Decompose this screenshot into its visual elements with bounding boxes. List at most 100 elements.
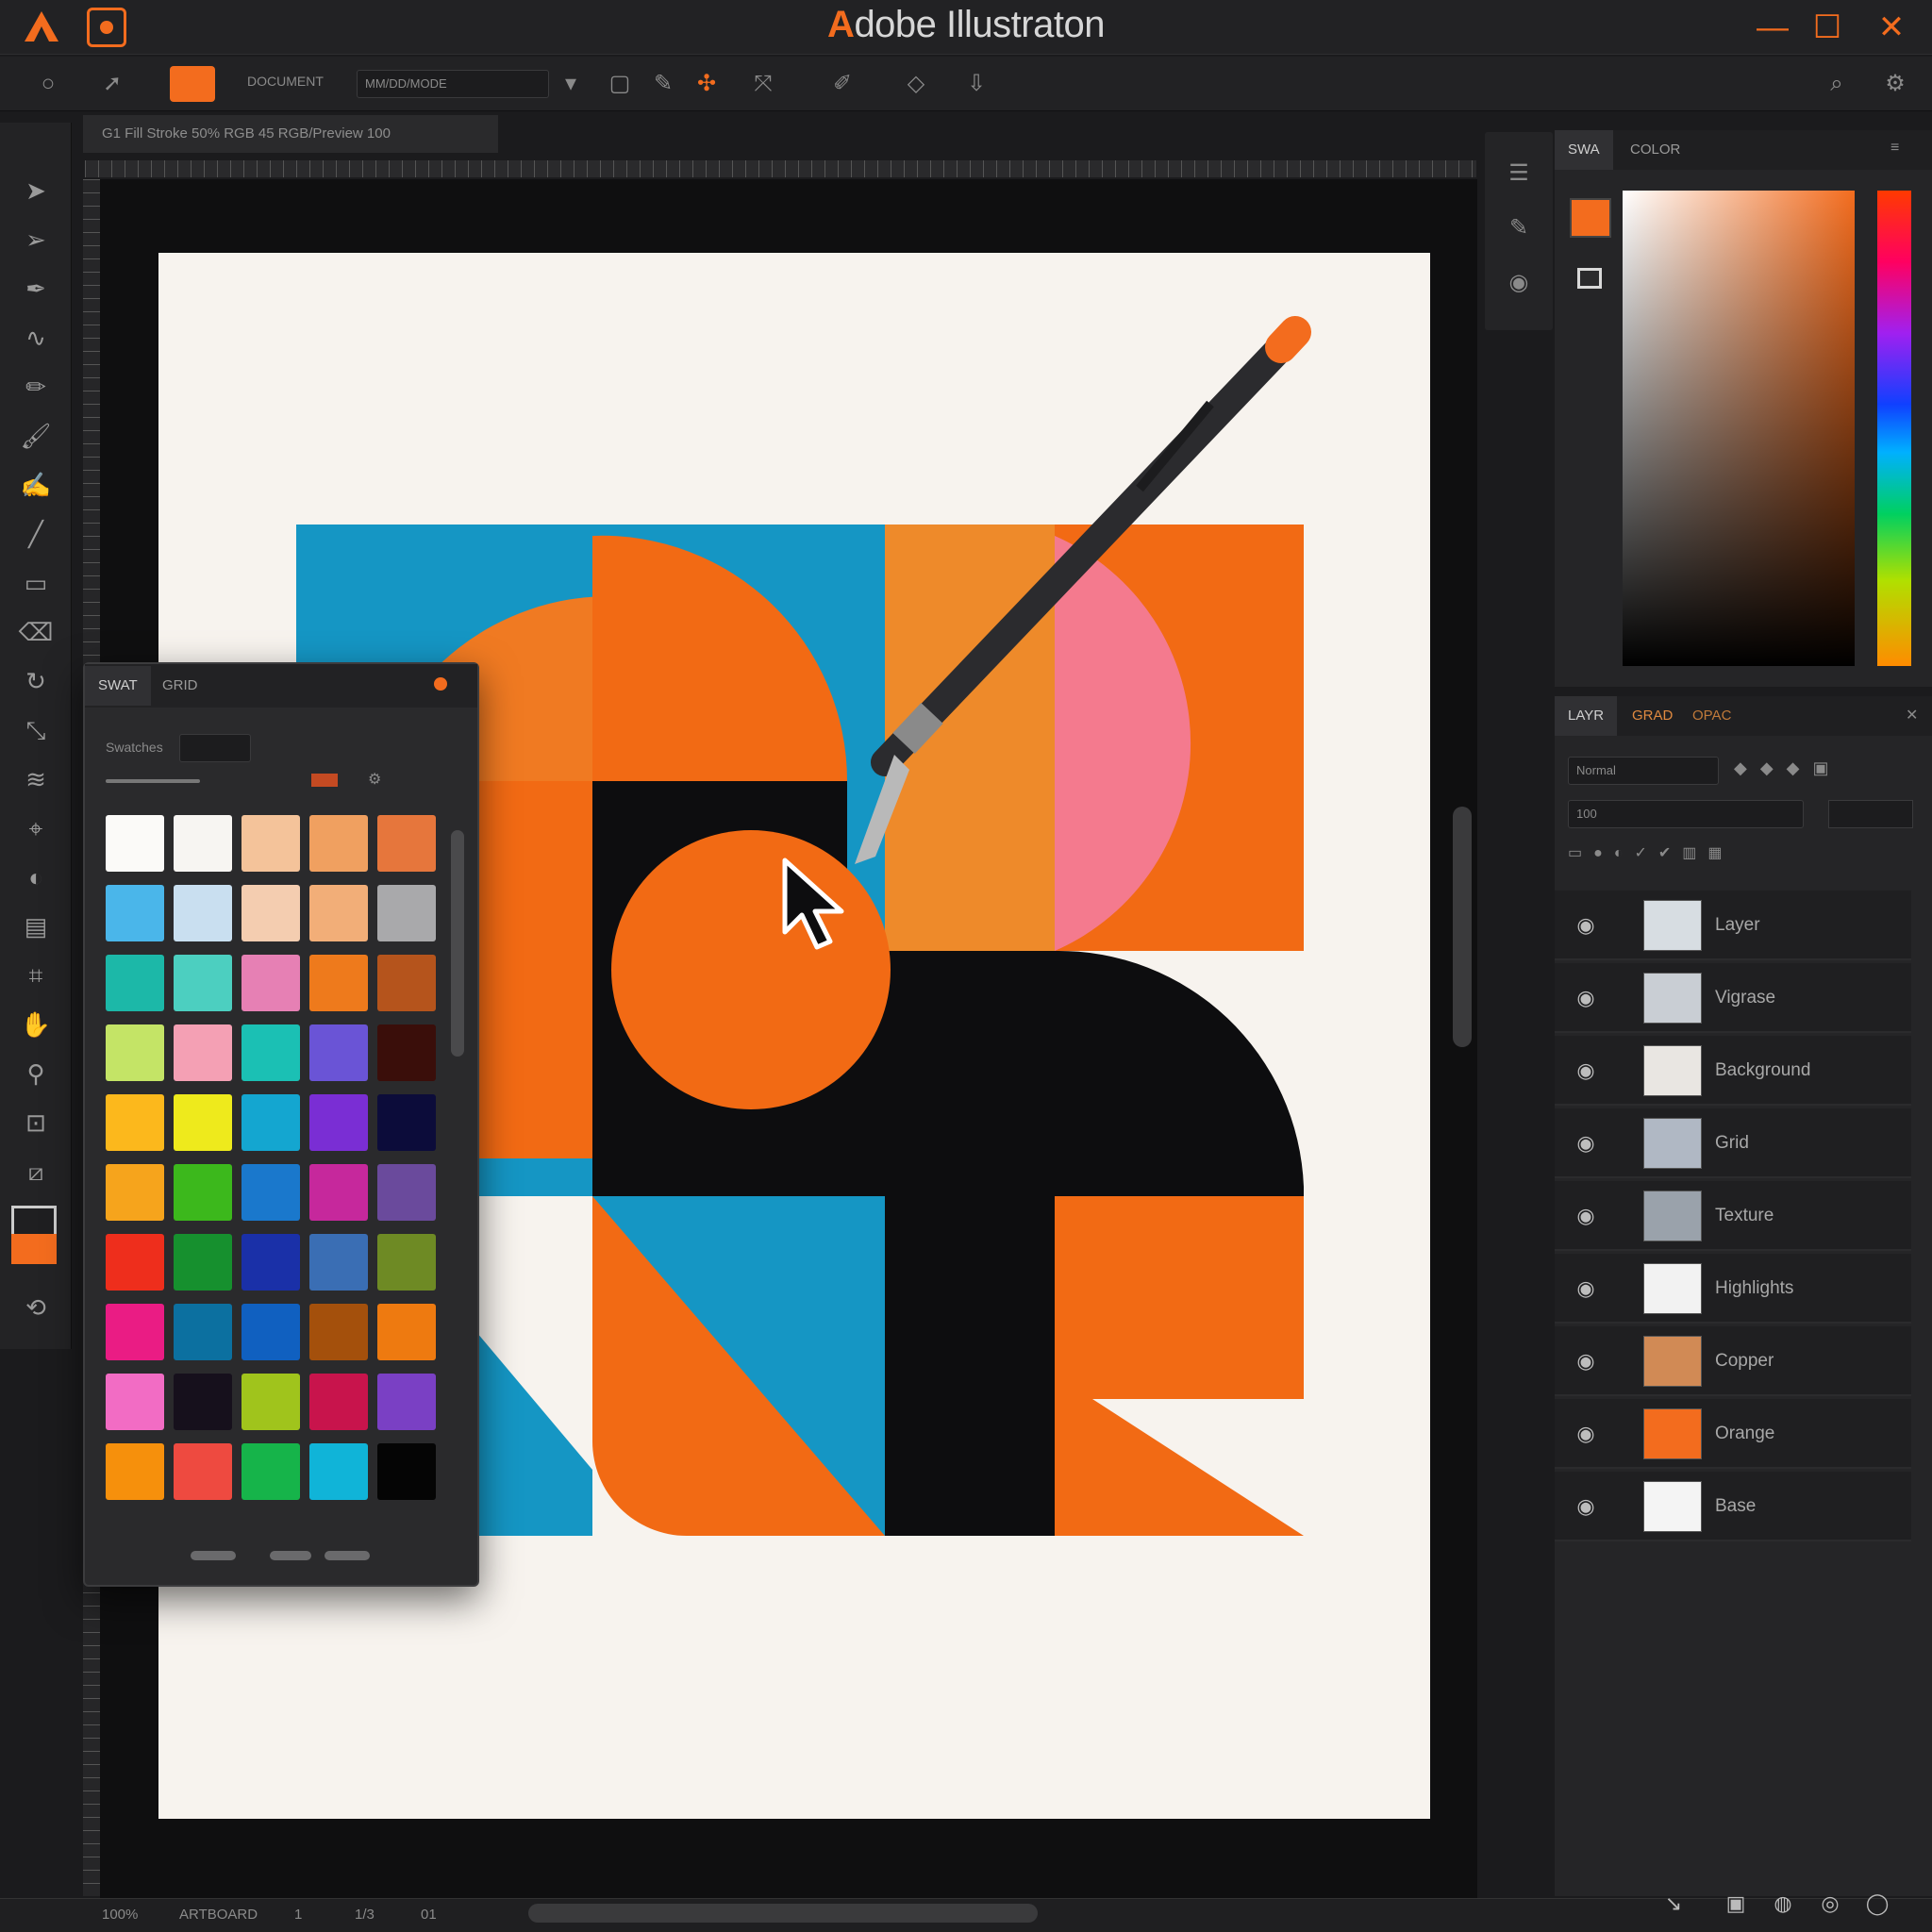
delete-layer-icon[interactable]: ◯ — [1864, 1890, 1890, 1917]
new-layer-icon[interactable]: ↘ — [1660, 1890, 1687, 1917]
close-button[interactable]: ✕ — [1870, 6, 1913, 49]
brush-icon[interactable]: ✐ — [826, 68, 858, 100]
swatch-cell[interactable] — [309, 1094, 368, 1151]
layer-toolbar-icons[interactable]: ▭●◐✓✔▥▦ — [1568, 843, 1907, 870]
hue-slider[interactable] — [1877, 191, 1911, 666]
swatch-cell[interactable] — [377, 1443, 436, 1500]
rotate-tool-icon[interactable]: ↻ — [15, 662, 57, 700]
layer-row[interactable]: ◉ Copper — [1555, 1326, 1911, 1396]
swatch-size-slider[interactable] — [106, 779, 200, 783]
layer-row[interactable]: ◉ Layer — [1555, 891, 1911, 960]
panel-menu-icon[interactable]: ≡ — [1890, 140, 1899, 157]
eye-icon[interactable]: ◉ — [1572, 1347, 1600, 1375]
chevron-down-icon[interactable]: ▾ — [555, 68, 587, 100]
swatch-cell[interactable] — [242, 1304, 300, 1360]
swatch-cell[interactable] — [242, 1094, 300, 1151]
tab-color[interactable]: COLOR — [1617, 130, 1693, 170]
hand-tool-icon[interactable]: ✋ — [15, 1006, 57, 1043]
arrow-icon[interactable]: ➚ — [96, 68, 128, 100]
swatch-cell[interactable] — [242, 955, 300, 1011]
swatch-color-chip[interactable] — [311, 774, 338, 787]
download-icon[interactable]: ⇩ — [960, 68, 992, 100]
minimize-button[interactable]: — — [1751, 6, 1794, 49]
swatch-cell[interactable] — [242, 1374, 300, 1430]
pen-icon[interactable]: ✎ — [647, 68, 679, 100]
swatch-cell[interactable] — [106, 885, 164, 941]
swatch-scrollbar[interactable] — [451, 830, 464, 1057]
rect-icon[interactable]: ▢ — [604, 68, 636, 100]
document-tab[interactable]: G1 Fill Stroke 50% RGB 45 RGB/Preview 10… — [83, 115, 498, 153]
swatch-cell[interactable] — [106, 1374, 164, 1430]
transform-icon[interactable]: ⤧ — [747, 68, 779, 100]
swatch-cell[interactable] — [377, 1304, 436, 1360]
swatch-cell[interactable] — [174, 1094, 232, 1151]
swatch-cell[interactable] — [242, 1164, 300, 1221]
swatch-cell[interactable] — [309, 1234, 368, 1291]
blend-tool-icon[interactable]: ◐ — [15, 858, 57, 896]
stroke-swatch[interactable] — [11, 1206, 57, 1238]
fill-swatch[interactable] — [11, 1234, 57, 1264]
swatch-cell[interactable] — [377, 885, 436, 941]
eye-icon[interactable]: ◉ — [1572, 1274, 1600, 1303]
artboard-tool-icon[interactable]: ⊡ — [15, 1104, 57, 1141]
layer-row[interactable]: ◉ Background — [1555, 1036, 1911, 1106]
swatch-cell[interactable] — [377, 1164, 436, 1221]
duplicate-layer-icon[interactable]: ◎ — [1817, 1890, 1843, 1917]
search-icon[interactable]: ⌕ — [1821, 68, 1853, 100]
swatch-cell[interactable] — [174, 815, 232, 872]
eye-icon[interactable]: ◉ — [1572, 1202, 1600, 1230]
swatch-cell[interactable] — [106, 1024, 164, 1081]
swatch-cell[interactable] — [174, 1304, 232, 1360]
panel-close-dot[interactable] — [434, 677, 447, 691]
clipping-mask-icon[interactable]: ▣ — [1723, 1890, 1749, 1917]
tab-grid[interactable]: GRID — [149, 666, 211, 706]
circle-icon[interactable]: ○ — [32, 68, 64, 100]
diamond-icon[interactable]: ◇ — [900, 68, 932, 100]
pen-tool-icon[interactable]: ✒ — [15, 270, 57, 308]
panel-close-icon[interactable]: ✕ — [1906, 706, 1918, 724]
fill-stroke-control[interactable] — [11, 1206, 60, 1264]
art-orange-lower-right[interactable] — [1055, 1196, 1304, 1536]
slice-tool-icon[interactable]: ⧄ — [15, 1153, 57, 1191]
appearance-dock-icon[interactable]: ◉ — [1502, 266, 1536, 300]
swatch-cell[interactable] — [309, 955, 368, 1011]
swatch-options-icon[interactable]: ⚙ — [368, 770, 381, 789]
direct-selection-tool-icon[interactable]: ➢ — [15, 221, 57, 258]
layer-row[interactable]: ◉ Texture — [1555, 1181, 1911, 1251]
opacity-field[interactable]: 100 — [1568, 800, 1804, 828]
anchor-icon[interactable]: ✣ — [691, 68, 723, 100]
swatch-cell[interactable] — [242, 1443, 300, 1500]
zoom-tool-icon[interactable]: ⚲ — [15, 1055, 57, 1092]
swatch-cell[interactable] — [174, 1024, 232, 1081]
swatch-cell[interactable] — [106, 1443, 164, 1500]
blend-mode-dropdown[interactable]: Normal — [1568, 757, 1719, 785]
color-fill-swatch[interactable] — [1570, 198, 1611, 238]
vertical-scrollbar[interactable] — [1453, 807, 1472, 1047]
swatch-cell[interactable] — [309, 1443, 368, 1500]
swatch-cell[interactable] — [377, 1024, 436, 1081]
swatch-cell[interactable] — [309, 1374, 368, 1430]
swatch-bar-3[interactable] — [325, 1551, 370, 1560]
swatch-cell[interactable] — [377, 1374, 436, 1430]
swatch-cell[interactable] — [106, 1094, 164, 1151]
swatch-cell[interactable] — [106, 1304, 164, 1360]
layer-row[interactable]: ◉ Highlights — [1555, 1254, 1911, 1324]
shape-tool-icon[interactable]: ▭ — [15, 564, 57, 602]
swatch-cell[interactable] — [106, 1164, 164, 1221]
eye-icon[interactable]: ◉ — [1572, 911, 1600, 940]
swatch-cell[interactable] — [309, 1024, 368, 1081]
swatch-cell[interactable] — [106, 955, 164, 1011]
maximize-button[interactable]: ☐ — [1806, 6, 1849, 49]
layer-row[interactable]: ◉ Orange — [1555, 1399, 1911, 1469]
swatch-cell[interactable] — [174, 1164, 232, 1221]
tab-layers[interactable]: LAYR — [1555, 696, 1618, 736]
color-stroke-swatch[interactable] — [1577, 268, 1602, 289]
artboard-label[interactable]: ARTBOARD — [179, 1907, 258, 1923]
swatch-search-input[interactable] — [179, 734, 251, 762]
mesh-tool-icon[interactable]: ⌗ — [15, 957, 57, 994]
swatch-cell[interactable] — [174, 885, 232, 941]
eye-icon[interactable]: ◉ — [1572, 984, 1600, 1012]
scale-tool-icon[interactable]: ⤡ — [15, 711, 57, 749]
sublayer-icon[interactable]: ◍ — [1770, 1890, 1796, 1917]
swatch-cell[interactable] — [174, 1443, 232, 1500]
